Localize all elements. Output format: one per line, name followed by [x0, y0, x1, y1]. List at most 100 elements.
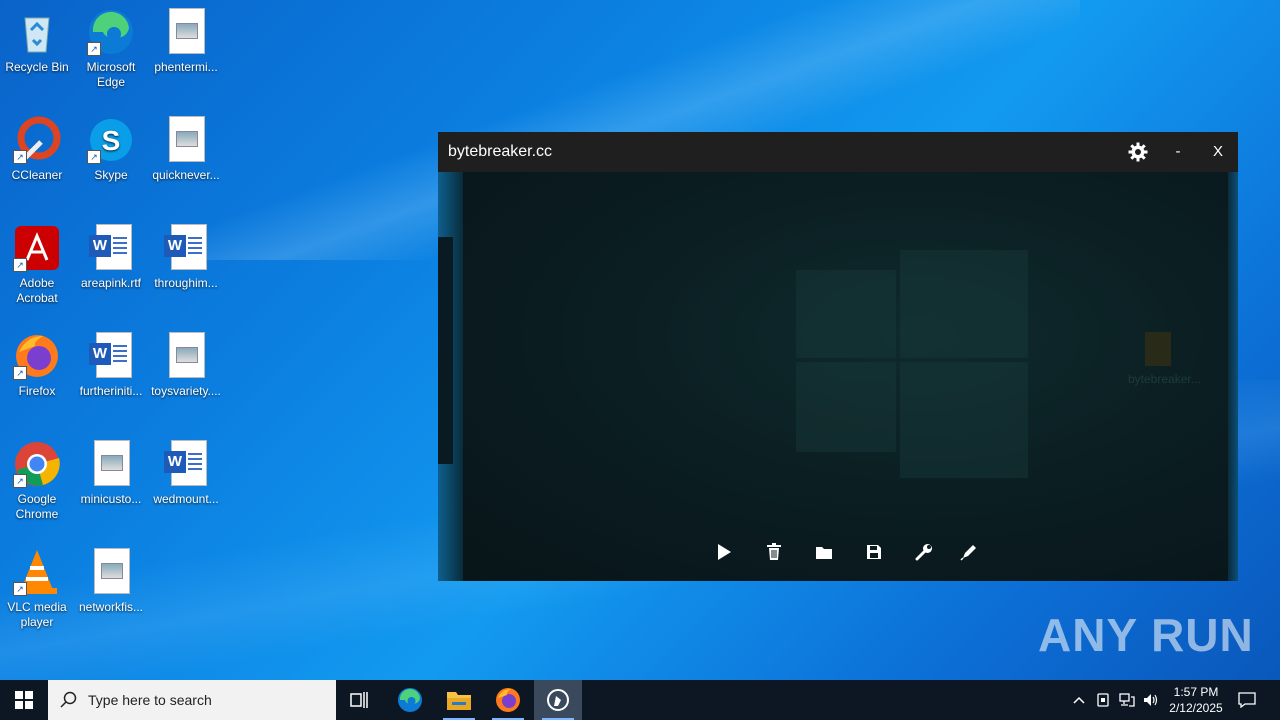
taskbar-clock[interactable]: 1:57 PM 2/12/2025 [1162, 684, 1230, 716]
shortcut-arrow-icon: ↗ [87, 150, 101, 164]
tray-device-icon-button[interactable] [1092, 680, 1114, 720]
desktop-icon-label: quicknever... [152, 168, 220, 182]
desktop-icon-label: Firefox [18, 384, 56, 398]
desktop-icon-ccleaner[interactable]: ↗ CCleaner [0, 116, 74, 183]
speaker-icon [1144, 694, 1158, 706]
notification-icon [1238, 692, 1256, 708]
desktop-icon-label: networkfis... [78, 600, 144, 614]
start-button[interactable] [0, 680, 48, 720]
desktop-icon-firefox[interactable]: ↗ Firefox [0, 332, 74, 399]
play-icon [718, 544, 731, 560]
task-view-button[interactable] [336, 680, 384, 720]
word-document-icon: W [87, 224, 135, 272]
desktop-icon-furtheriniti[interactable]: W furtheriniti... [74, 332, 148, 399]
image-file-icon [162, 8, 210, 56]
shortcut-arrow-icon: ↗ [13, 258, 27, 272]
taskbar-search-box[interactable]: Type here to search [48, 680, 336, 720]
reflected-file-label: bytebreaker... [1128, 372, 1201, 386]
shortcut-arrow-icon: ↗ [13, 366, 27, 380]
window-titlebar[interactable]: bytebreaker.cc - X [438, 132, 1238, 172]
search-placeholder: Type here to search [88, 692, 212, 708]
volume-button[interactable] [1140, 680, 1162, 720]
minimize-button[interactable]: - [1166, 140, 1190, 164]
desktop-icon-label: Recycle Bin [5, 60, 69, 74]
word-document-icon: W [87, 332, 135, 380]
desktop-icon-google-chrome[interactable]: ↗ Google Chrome [0, 440, 74, 522]
network-button[interactable] [1115, 680, 1139, 720]
desktop-icon-label: furtheriniti... [79, 384, 143, 398]
desktop-icon-label: throughim... [154, 276, 218, 290]
anyrun-watermark: ANY RUN [1038, 609, 1254, 661]
shortcut-arrow-icon: ↗ [87, 42, 101, 56]
taskbar-firefox[interactable] [484, 680, 532, 720]
bytebreaker-window: bytebreaker.cc - X bytebreaker... [438, 132, 1238, 581]
taskbar-file-explorer[interactable] [435, 680, 483, 720]
show-hidden-icons-button[interactable] [1068, 680, 1090, 720]
edit-button[interactable] [957, 540, 981, 564]
desktop-icon-label: Skype [94, 168, 128, 182]
desktop-icon-skype[interactable]: S ↗ Skype [74, 116, 148, 183]
adobe-acrobat-icon: ↗ [13, 224, 61, 272]
settings-button[interactable] [1126, 140, 1150, 164]
taskbar: Type here to search 1:57 PM 2/12/2025 [0, 680, 1280, 720]
file-icon [1145, 332, 1171, 366]
search-icon [60, 691, 77, 708]
image-file-icon [87, 548, 135, 596]
reflected-desktop-file: bytebreaker... [1128, 332, 1201, 386]
windows-logo-icon [15, 691, 33, 709]
word-document-icon: W [162, 224, 210, 272]
desktop-icon-throughim[interactable]: W throughim... [149, 224, 223, 291]
device-icon [1097, 693, 1109, 707]
firefox-icon [496, 688, 520, 712]
tools-button[interactable] [912, 540, 936, 564]
desktop-icon-vlc[interactable]: ↗ VLC media player [0, 548, 74, 630]
desktop-icon-toysvariety[interactable]: toysvariety.... [149, 332, 223, 399]
desktop-icon-areapink-rtf[interactable]: W areapink.rtf [74, 224, 148, 291]
window-title: bytebreaker.cc [448, 143, 553, 160]
gear-icon [1128, 142, 1148, 162]
desktop-icon-label: Microsoft Edge [86, 60, 136, 89]
save-button[interactable] [862, 540, 886, 564]
desktop-icon-adobe-acrobat[interactable]: ↗ Adobe Acrobat [0, 224, 74, 306]
desktop-icon-label: wedmount... [153, 492, 219, 506]
desktop-icon-label: minicusto... [80, 492, 142, 506]
desktop-icon-label: VLC media player [7, 600, 67, 629]
edge-icon [398, 688, 422, 712]
desktop-icon-microsoft-edge[interactable]: ↗ Microsoft Edge [74, 8, 148, 90]
google-chrome-icon: ↗ [13, 440, 61, 488]
folder-icon [816, 547, 832, 559]
wrench-icon [915, 544, 932, 561]
close-button[interactable]: X [1206, 140, 1230, 164]
desktop-icon-quicknever[interactable]: quicknever... [149, 116, 223, 183]
action-center-button[interactable] [1232, 680, 1262, 720]
svg-text:S: S [102, 125, 121, 156]
task-view-icon [350, 692, 368, 708]
folder-icon [447, 692, 471, 710]
delete-button[interactable] [762, 540, 786, 564]
open-folder-button[interactable] [812, 540, 836, 564]
taskbar-edge[interactable] [386, 680, 434, 720]
recycle-bin-icon [13, 8, 61, 56]
firefox-icon: ↗ [13, 332, 61, 380]
network-icon [1119, 693, 1135, 707]
shortcut-arrow-icon: ↗ [13, 474, 27, 488]
image-file-icon [162, 332, 210, 380]
play-button[interactable] [712, 540, 736, 564]
trash-icon [767, 543, 781, 560]
desktop-icon-label: toysvariety.... [151, 384, 221, 398]
desktop-icon-recycle-bin[interactable]: Recycle Bin [0, 8, 74, 75]
desktop-icon-label: CCleaner [11, 168, 63, 182]
clock-time: 1:57 PM [1173, 685, 1219, 699]
taskbar-bytebreaker[interactable] [534, 680, 582, 720]
image-file-icon [162, 116, 210, 164]
clock-date: 2/12/2025 [1169, 701, 1223, 715]
pencil-icon [960, 545, 976, 561]
bytebreaker-app-icon [547, 689, 569, 711]
save-disk-icon [867, 545, 881, 559]
desktop-icon-phentermi[interactable]: phentermi... [149, 8, 223, 75]
desktop-icon-minicusto[interactable]: minicusto... [74, 440, 148, 507]
desktop-icon-wedmount[interactable]: W wedmount... [149, 440, 223, 507]
windows-logo-reflection [796, 240, 1028, 478]
content-right-edge [1228, 172, 1238, 581]
desktop-icon-networkfis[interactable]: networkfis... [74, 548, 148, 615]
